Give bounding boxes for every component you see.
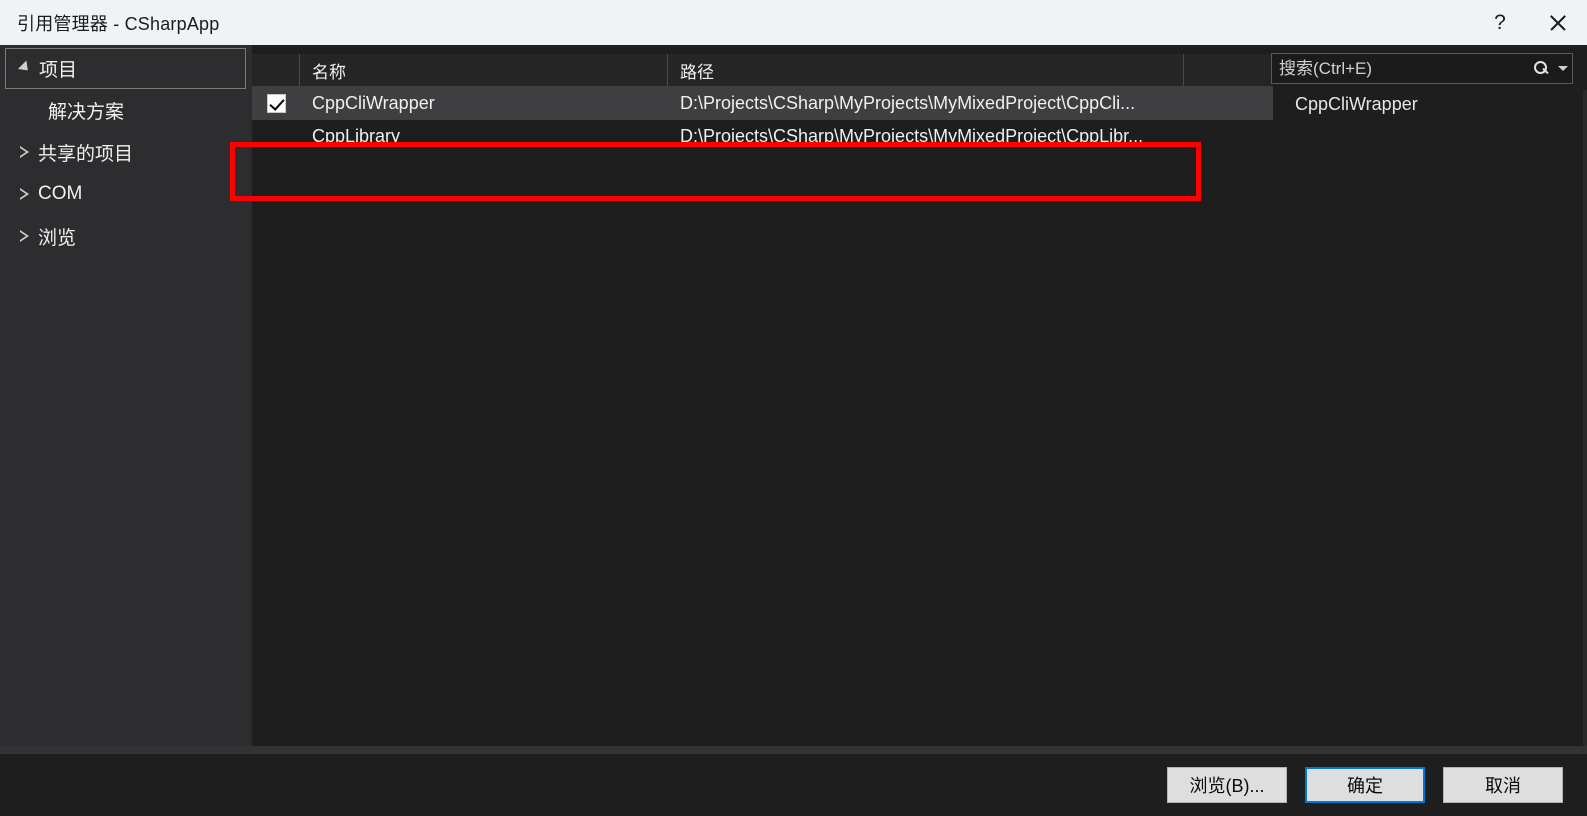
close-icon [1549, 14, 1567, 32]
table-row[interactable]: CppLibrary D:\Projects\CSharp\MyProjects… [252, 120, 1273, 153]
row-checkbox-cell[interactable] [252, 94, 300, 113]
table-row[interactable]: CppCliWrapper D:\Projects\CSharp\MyProje… [252, 87, 1273, 120]
window-title: 引用管理器 - CSharpApp [17, 13, 220, 34]
sidebar-item-label: 解决方案 [48, 101, 125, 123]
chevron-down-icon[interactable] [1554, 66, 1572, 71]
search-input[interactable] [1272, 58, 1528, 79]
row-checkbox[interactable] [266, 94, 286, 113]
sidebar-item-com[interactable]: COM [0, 173, 252, 215]
title-bar-buttons: ? [1471, 0, 1587, 45]
title-bar: 引用管理器 - CSharpApp ? [0, 0, 1587, 45]
sidebar-item-label: 浏览 [38, 227, 77, 249]
column-header-name[interactable]: 名称 [300, 54, 668, 86]
cancel-button[interactable]: 取消 [1443, 767, 1563, 803]
dialog-body: 项目 解决方案 共享的项目 COM 浏览 名称 路径 CppCliWrapper… [0, 45, 1587, 746]
detail-pane: 名称: CppCliWrapper [1273, 45, 1587, 746]
row-path: D:\Projects\CSharp\MyProjects\MyMixedPro… [680, 126, 1144, 146]
row-name: CppCliWrapper [312, 93, 435, 113]
sidebar-item-solution[interactable]: 解决方案 [0, 89, 252, 131]
reference-manager-dialog: 引用管理器 - CSharpApp ? 项目 解决方案 共享的项目 COM 浏览… [0, 0, 1587, 816]
chevron-right-icon[interactable] [10, 188, 38, 200]
column-header-filler [1184, 54, 1273, 86]
sidebar-item-label: 共享的项目 [38, 143, 134, 165]
sidebar-item-label: 项目 [39, 60, 78, 81]
ok-button[interactable]: 确定 [1305, 767, 1425, 803]
reference-list[interactable]: CppCliWrapper D:\Projects\CSharp\MyProje… [252, 87, 1273, 746]
window-edge-strip [1583, 90, 1587, 746]
row-path: D:\Projects\CSharp\MyProjects\MyMixedPro… [680, 93, 1136, 113]
sidebar-item-projects[interactable]: 项目 [5, 48, 246, 89]
checkbox-column-header [252, 54, 300, 86]
chevron-right-icon[interactable] [10, 146, 38, 158]
browse-button[interactable]: 浏览(B)... [1167, 767, 1287, 803]
sidebar-item-browse[interactable]: 浏览 [0, 215, 252, 257]
sidebar-item-shared-projects[interactable]: 共享的项目 [0, 131, 252, 173]
reference-list-pane: 名称 路径 CppCliWrapper D:\Projects\CSharp\M… [252, 45, 1273, 746]
search-icon[interactable] [1528, 61, 1554, 76]
list-column-headers: 名称 路径 [252, 54, 1273, 87]
chevron-right-icon[interactable] [10, 230, 38, 242]
chevron-down-icon[interactable] [11, 60, 39, 75]
search-box[interactable] [1271, 53, 1573, 84]
footer-separator [0, 746, 1587, 754]
dialog-footer: 浏览(B)... 确定 取消 [0, 754, 1587, 816]
column-header-path[interactable]: 路径 [668, 54, 1184, 86]
category-tree: 项目 解决方案 共享的项目 COM 浏览 [0, 45, 252, 746]
detail-name-value: CppCliWrapper [1295, 94, 1418, 114]
sidebar-item-label: COM [38, 183, 83, 204]
question-mark-icon: ? [1494, 10, 1506, 34]
row-name: CppLibrary [312, 126, 401, 146]
close-button[interactable] [1529, 0, 1587, 45]
help-button[interactable]: ? [1471, 0, 1529, 45]
